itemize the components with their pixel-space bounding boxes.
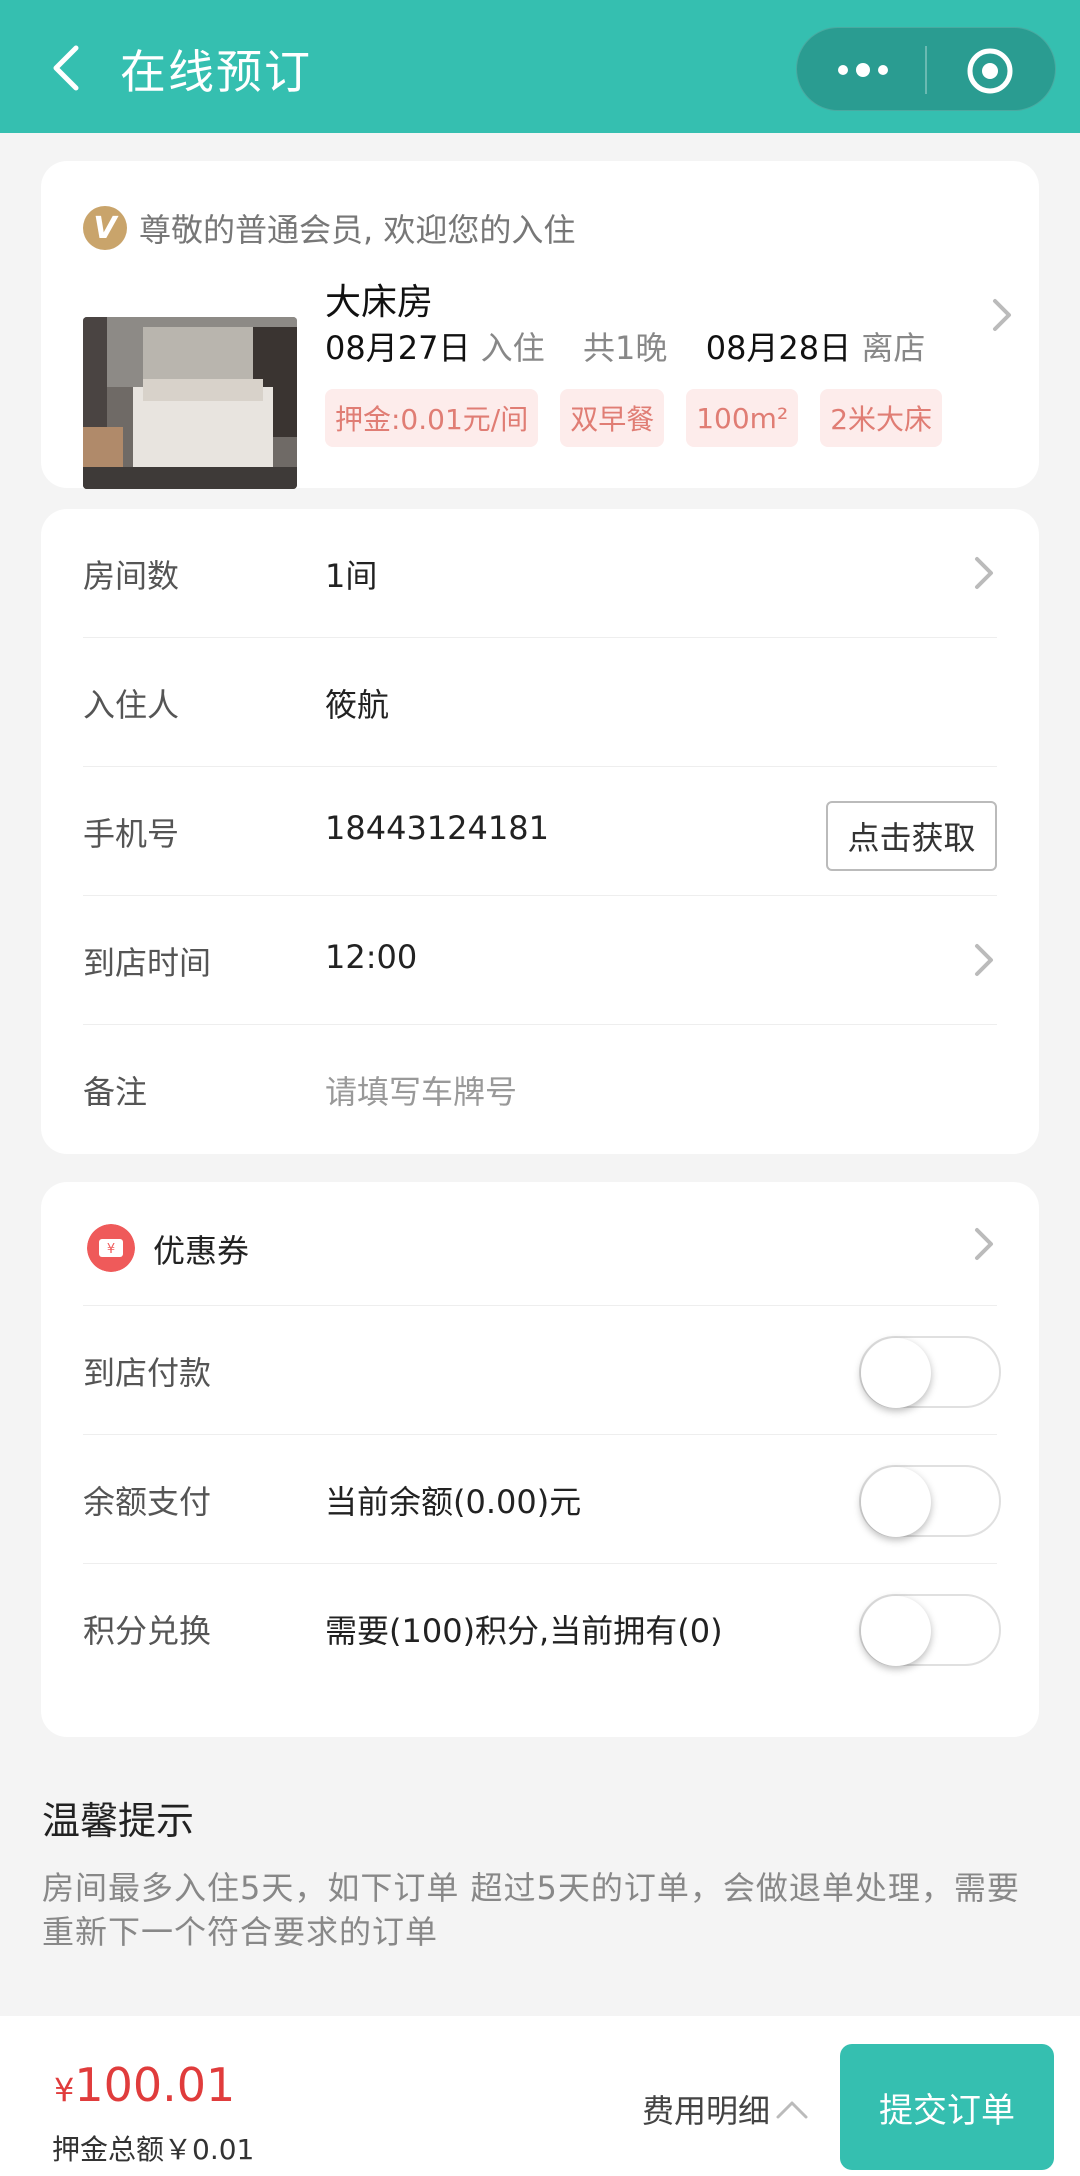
points-toggle[interactable]: [859, 1594, 1001, 1666]
guest-form-card: 房间数 1间 入住人 筱航 手机号 18443124181 点击获取 到店时间 …: [41, 509, 1039, 1154]
checkout-bar: ¥100.01 押金总额￥0.01 费用明细 提交订单: [0, 2016, 1080, 2176]
tips-body: 房间最多入住5天，如下订单 超过5天的订单，会做退单处理，需要重新下一个符合要求…: [42, 1869, 1020, 1951]
mini-program-capsule: [796, 27, 1056, 111]
submit-order-button[interactable]: 提交订单: [840, 2044, 1054, 2170]
room-name: 大床房: [325, 282, 434, 323]
toggle-knob: [861, 1467, 931, 1537]
currency-symbol: ¥: [54, 2071, 75, 2109]
pay-at-hotel-label: 到店付款: [83, 1354, 212, 1392]
rooms-label: 房间数: [83, 557, 180, 595]
nights-count: 共1晚: [582, 329, 668, 367]
vip-badge-icon: V: [83, 206, 127, 250]
balance-row: 余额支付 当前余额(0.00)元: [83, 1435, 1001, 1564]
chevron-right-icon: [975, 557, 993, 589]
tips-title: 温馨提示: [42, 1799, 195, 1843]
remark-label: 备注: [83, 1073, 148, 1111]
points-row: 积分兑换 需要(100)积分,当前拥有(0): [83, 1564, 1001, 1693]
points-label: 积分兑换: [83, 1612, 212, 1650]
arrival-label: 到店时间: [83, 944, 212, 982]
member-greeting: V 尊敬的普通会员, 欢迎您的入住: [83, 205, 575, 251]
coupon-row[interactable]: ¥ 优惠券: [83, 1182, 997, 1306]
phone-value[interactable]: 18443124181: [325, 809, 549, 847]
toggle-knob: [861, 1338, 931, 1408]
coupon-icon: ¥: [87, 1224, 135, 1272]
page-title: 在线预订: [120, 45, 312, 99]
guest-row[interactable]: 入住人 筱航: [83, 638, 997, 767]
chevron-up-icon: [776, 2101, 808, 2119]
checkin-label: 入住: [480, 329, 545, 367]
capsule-divider: [925, 46, 927, 94]
total-price: ¥100.01: [54, 2058, 235, 2112]
balance-value: 当前余额(0.00)元: [325, 1483, 582, 1521]
get-phone-button[interactable]: 点击获取: [826, 801, 997, 871]
total-amount: 100.01: [74, 2058, 236, 2112]
deposit-total: 押金总额￥0.01: [52, 2133, 255, 2166]
room-photo: [83, 317, 297, 489]
chevron-right-icon: [993, 299, 1011, 331]
back-arrow-icon[interactable]: [42, 38, 102, 98]
room-summary-card[interactable]: V 尊敬的普通会员, 欢迎您的入住 大床房 08月27日 入住 共1晚 08月2…: [41, 161, 1039, 489]
stay-dates: 08月27日 入住 共1晚 08月28日 离店: [325, 323, 925, 369]
arrival-value: 12:00: [325, 938, 418, 976]
pay-at-hotel-row: 到店付款: [83, 1306, 1001, 1435]
guest-label: 入住人: [83, 686, 180, 724]
rooms-value: 1间: [325, 557, 378, 595]
guest-value: 筱航: [325, 686, 390, 724]
checkin-date: 08月27日: [325, 329, 471, 367]
nav-bar: 在线预订: [0, 0, 1080, 133]
room-tags: 押金:0.01元/间 双早餐 100m² 2米大床: [325, 389, 964, 447]
bed-tag: 2米大床: [820, 389, 943, 447]
fee-detail-label: 费用明细: [642, 2092, 771, 2130]
balance-label: 余额支付: [83, 1483, 212, 1521]
svg-text:¥: ¥: [107, 1242, 115, 1257]
member-text: 尊敬的普通会员, 欢迎您的入住: [139, 211, 576, 249]
rooms-row[interactable]: 房间数 1间: [83, 509, 997, 638]
coupon-label: 优惠券: [153, 1232, 250, 1270]
toggle-knob: [861, 1596, 931, 1666]
fee-detail-button[interactable]: 费用明细: [642, 2086, 810, 2132]
chevron-right-icon: [975, 1228, 993, 1260]
balance-toggle[interactable]: [859, 1465, 1001, 1537]
target-icon[interactable]: [965, 46, 1015, 96]
chevron-right-icon: [975, 944, 993, 976]
phone-label: 手机号: [83, 815, 180, 853]
phone-row: 手机号 18443124181 点击获取: [83, 767, 997, 896]
checkout-date: 08月28日: [705, 329, 852, 367]
deposit-tag: 押金:0.01元/间: [325, 389, 539, 447]
remark-row: 备注 请填写车牌号: [83, 1025, 997, 1154]
checkout-label: 离店: [861, 329, 926, 367]
area-tag: 100m²: [686, 389, 799, 447]
arrival-row[interactable]: 到店时间 12:00: [83, 896, 997, 1025]
pay-at-hotel-toggle[interactable]: [859, 1336, 1001, 1408]
breakfast-tag: 双早餐: [560, 389, 665, 447]
remark-input[interactable]: 请填写车牌号: [325, 1067, 517, 1113]
more-dots-icon[interactable]: [833, 58, 893, 82]
points-value: 需要(100)积分,当前拥有(0): [325, 1612, 723, 1650]
payment-card: ¥ 优惠券 到店付款 余额支付 当前余额(0.00)元 积分兑换 需要(100)…: [41, 1182, 1039, 1737]
